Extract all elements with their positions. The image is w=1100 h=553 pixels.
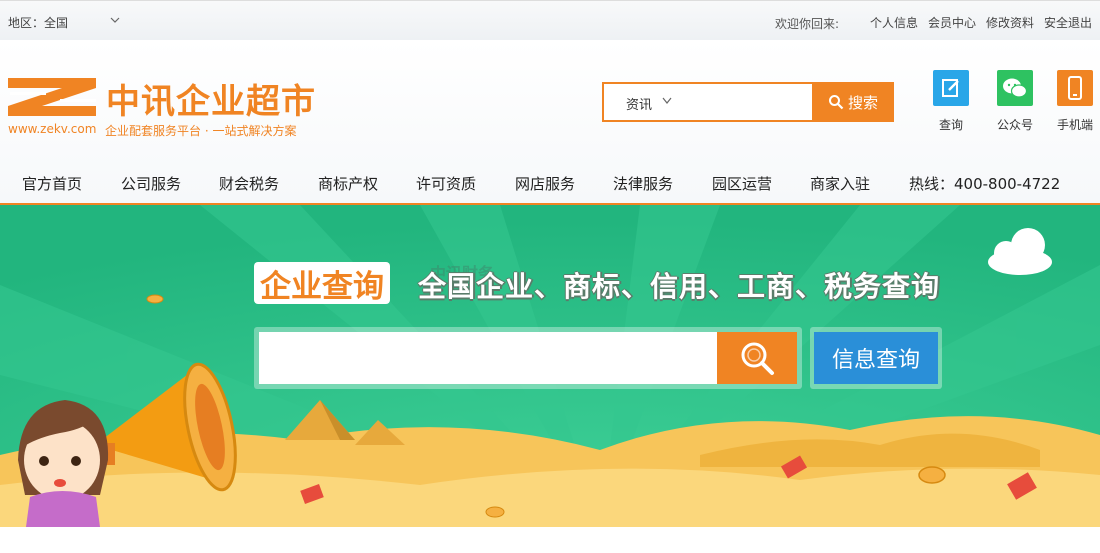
quick-link-wechat-label: 公众号 bbox=[996, 118, 1033, 132]
welcome-text: 欢迎你回来: bbox=[775, 17, 840, 31]
logo-name: 中讯企业超市 bbox=[106, 82, 316, 122]
search-icon bbox=[828, 95, 844, 110]
personal-info-link[interactable]: 个人信息 bbox=[870, 14, 918, 31]
edit-icon bbox=[933, 70, 969, 106]
nav-item-licenses[interactable]: 许可资质 bbox=[416, 173, 476, 194]
nav-item-merchant-join[interactable]: 商家入驻 bbox=[810, 173, 870, 194]
nav-item-online-store[interactable]: 网店服务 bbox=[515, 173, 575, 194]
banner-search-button[interactable] bbox=[717, 332, 797, 384]
quick-link-query[interactable]: 查询 bbox=[926, 70, 976, 133]
mobile-icon bbox=[1057, 70, 1093, 106]
chevron-down-icon[interactable] bbox=[110, 15, 120, 25]
info-query-button-wrapper: 信息查询 bbox=[810, 327, 942, 389]
logo-z-mark bbox=[8, 78, 96, 116]
header-search-button[interactable]: 搜索 bbox=[812, 82, 894, 122]
hero-banner: 企业查询 中讯财务 全国企业、商标、信用、工商、税务查询 信息查询 bbox=[0, 205, 1100, 527]
logo-url: www.zekv.com bbox=[8, 122, 97, 136]
header-search: 资讯 搜索 bbox=[602, 82, 894, 122]
nav-item-legal[interactable]: 法律服务 bbox=[613, 173, 673, 194]
account-links: 个人信息 会员中心 修改资料 安全退出 bbox=[870, 14, 1092, 31]
region-selector[interactable]: 地区：全国 bbox=[8, 14, 68, 31]
nav-item-home[interactable]: 官方首页 bbox=[22, 173, 82, 194]
logo-slogan: 企业配套服务平台 · 一站式解决方案 bbox=[105, 124, 297, 138]
enterprise-query-tag: 企业查询 bbox=[254, 262, 390, 305]
nav-item-park-ops[interactable]: 园区运营 bbox=[712, 173, 772, 194]
site-logo[interactable]: 中讯企业超市 www.zekv.com 企业配套服务平台 · 一站式解决方案 bbox=[8, 76, 318, 138]
site-header: 中讯企业超市 www.zekv.com 企业配套服务平台 · 一站式解决方案 资… bbox=[0, 40, 1100, 205]
top-bar: 地区：全国 欢迎你回来: 个人信息 会员中心 修改资料 安全退出 bbox=[0, 0, 1100, 40]
wechat-icon bbox=[997, 70, 1033, 106]
quick-link-query-label: 查询 bbox=[938, 118, 963, 132]
banner-search bbox=[254, 327, 802, 389]
search-scope-select[interactable]: 资讯 bbox=[626, 94, 652, 113]
header-search-input[interactable] bbox=[684, 88, 808, 116]
banner-search-input[interactable] bbox=[259, 332, 717, 384]
member-center-link[interactable]: 会员中心 bbox=[928, 14, 976, 31]
logout-link[interactable]: 安全退出 bbox=[1044, 14, 1092, 31]
nav-item-finance-tax[interactable]: 财会税务 bbox=[219, 173, 279, 194]
quick-link-wechat[interactable]: 公众号 bbox=[990, 70, 1040, 133]
quick-link-mobile[interactable]: 手机端 bbox=[1050, 70, 1100, 133]
info-query-button[interactable]: 信息查询 bbox=[814, 332, 938, 384]
nav-item-trademark[interactable]: 商标产权 bbox=[318, 173, 378, 194]
edit-profile-link[interactable]: 修改资料 bbox=[986, 14, 1034, 31]
header-search-button-label: 搜索 bbox=[847, 93, 878, 112]
hotline: 热线：400-800-4722 bbox=[909, 175, 1061, 193]
banner-subtitle: 全国企业、商标、信用、工商、税务查询 bbox=[418, 270, 941, 303]
main-nav: 官方首页 公司服务 财会税务 商标产权 许可资质 网店服务 法律服务 园区运营 … bbox=[0, 160, 1100, 204]
chevron-down-icon[interactable] bbox=[662, 97, 672, 105]
quick-link-mobile-label: 手机端 bbox=[1056, 118, 1093, 132]
nav-item-company-services[interactable]: 公司服务 bbox=[121, 173, 181, 194]
search-icon bbox=[741, 342, 774, 375]
